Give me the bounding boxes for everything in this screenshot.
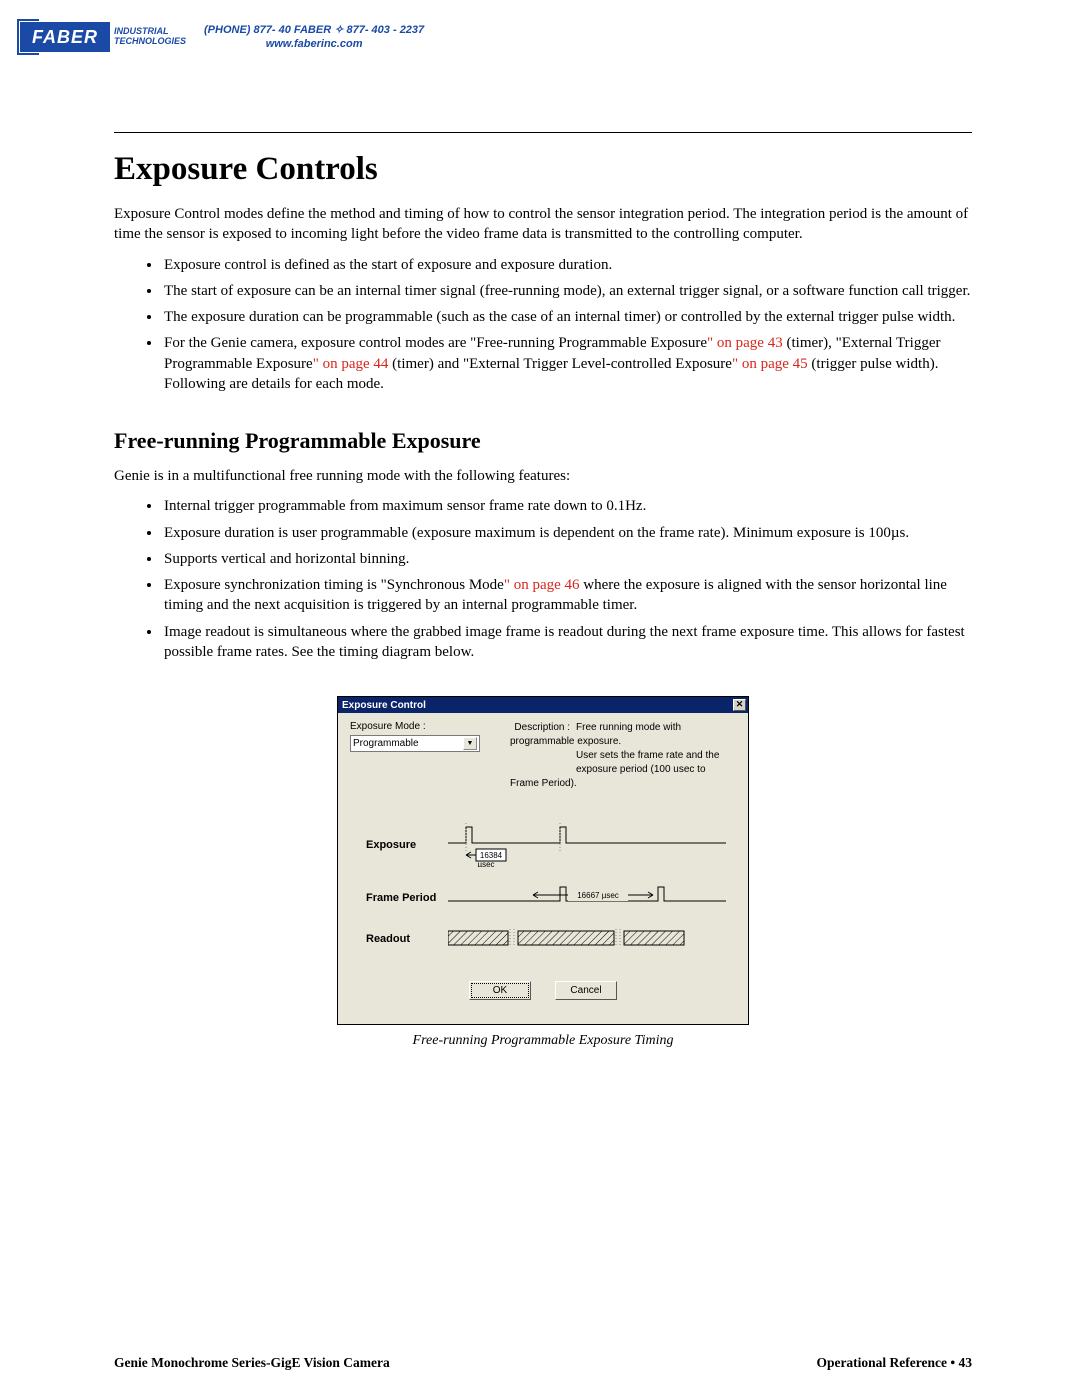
phone-line: (PHONE) 877- 40 FABER ✧ 877- 403 - 2237 bbox=[204, 24, 424, 36]
frame-period-waveform: 16667 µsec bbox=[448, 885, 726, 911]
footer-right: Operational Reference • 43 bbox=[816, 1355, 972, 1371]
page-ref: " on page 43 bbox=[707, 335, 783, 351]
ok-button[interactable]: OK bbox=[469, 981, 531, 1000]
list-item: For the Genie camera, exposure control m… bbox=[162, 333, 972, 394]
list-item: Internal trigger programmable from maxim… bbox=[162, 496, 972, 516]
page-ref: " on page 45 bbox=[732, 356, 808, 372]
chevron-down-icon: ▼ bbox=[463, 737, 477, 750]
page-header: FABER INDUSTRIAL TECHNOLOGIES (PHONE) 87… bbox=[0, 0, 1080, 52]
exposure-waveform: 16384 µsec bbox=[448, 823, 726, 867]
timing-row-frame: Frame Period 16667 µsec bbox=[366, 885, 726, 911]
select-value: Programmable bbox=[353, 738, 419, 749]
list-item: The exposure duration can be programmabl… bbox=[162, 307, 972, 327]
logo-mark: FABER bbox=[20, 22, 110, 52]
exposure-mode-select[interactable]: Programmable ▼ bbox=[350, 735, 480, 752]
section-rule bbox=[114, 132, 972, 133]
cancel-button[interactable]: Cancel bbox=[555, 981, 617, 1000]
desc-line: User sets the frame rate and the bbox=[576, 750, 719, 761]
close-icon[interactable]: ✕ bbox=[733, 699, 746, 711]
desc-label: Description : bbox=[510, 721, 570, 735]
section-lead: Genie is in a multifunctional free runni… bbox=[114, 466, 972, 486]
website-line: www.faberinc.com bbox=[204, 37, 424, 51]
text: (timer) and "External Trigger Level-cont… bbox=[388, 356, 732, 372]
page-title: Exposure Controls bbox=[114, 151, 972, 188]
logo: FABER INDUSTRIAL TECHNOLOGIES bbox=[20, 22, 186, 52]
list-item: Exposure control is defined as the start… bbox=[162, 255, 972, 275]
list-item: The start of exposure can be an internal… bbox=[162, 281, 972, 301]
row-label: Readout bbox=[366, 933, 448, 945]
exposure-control-dialog: Exposure Control ✕ Exposure Mode : Progr… bbox=[337, 696, 749, 1025]
list-item: Exposure duration is user programmable (… bbox=[162, 523, 972, 543]
intro-paragraph: Exposure Control modes define the method… bbox=[114, 204, 972, 245]
svg-text:16667 µsec: 16667 µsec bbox=[577, 891, 619, 900]
section-title: Free-running Programmable Exposure bbox=[114, 428, 972, 454]
logo-subtext: INDUSTRIAL TECHNOLOGIES bbox=[114, 27, 186, 47]
bullet-list-2: Internal trigger programmable from maxim… bbox=[114, 496, 972, 662]
timing-row-readout: Readout bbox=[366, 929, 726, 949]
dialog-figure: Exposure Control ✕ Exposure Mode : Progr… bbox=[114, 696, 972, 1049]
contact-block: (PHONE) 877- 40 FABER ✧ 877- 403 - 2237 … bbox=[204, 23, 424, 52]
list-item: Supports vertical and horizontal binning… bbox=[162, 549, 972, 569]
mode-label: Exposure Mode : bbox=[350, 721, 490, 732]
logo-sub1: INDUSTRIAL bbox=[114, 26, 169, 36]
readout-waveform bbox=[448, 929, 726, 949]
list-item: Image readout is simultaneous where the … bbox=[162, 622, 972, 663]
desc-line: exposure period (100 usec to Frame Perio… bbox=[510, 764, 706, 789]
description-block: Description :Free running mode with prog… bbox=[510, 721, 736, 791]
logo-sub2: TECHNOLOGIES bbox=[114, 36, 186, 46]
dialog-titlebar: Exposure Control ✕ bbox=[338, 697, 748, 713]
row-label: Exposure bbox=[366, 839, 448, 851]
text: Exposure synchronization timing is "Sync… bbox=[164, 577, 504, 593]
bullet-list-1: Exposure control is defined as the start… bbox=[114, 255, 972, 395]
figure-caption: Free-running Programmable Exposure Timin… bbox=[413, 1033, 674, 1049]
timing-row-exposure: Exposure bbox=[366, 823, 726, 867]
list-item: Exposure synchronization timing is "Sync… bbox=[162, 575, 972, 616]
dialog-title: Exposure Control bbox=[342, 700, 426, 711]
svg-text:µsec: µsec bbox=[477, 860, 494, 867]
row-label: Frame Period bbox=[366, 892, 448, 904]
footer-left: Genie Monochrome Series-GigE Vision Came… bbox=[114, 1355, 390, 1371]
page-ref: " on page 46 bbox=[504, 577, 580, 593]
text: For the Genie camera, exposure control m… bbox=[164, 335, 707, 351]
page-footer: Genie Monochrome Series-GigE Vision Came… bbox=[114, 1355, 972, 1371]
svg-text:16384: 16384 bbox=[479, 851, 502, 860]
page-ref: " on page 44 bbox=[313, 356, 389, 372]
